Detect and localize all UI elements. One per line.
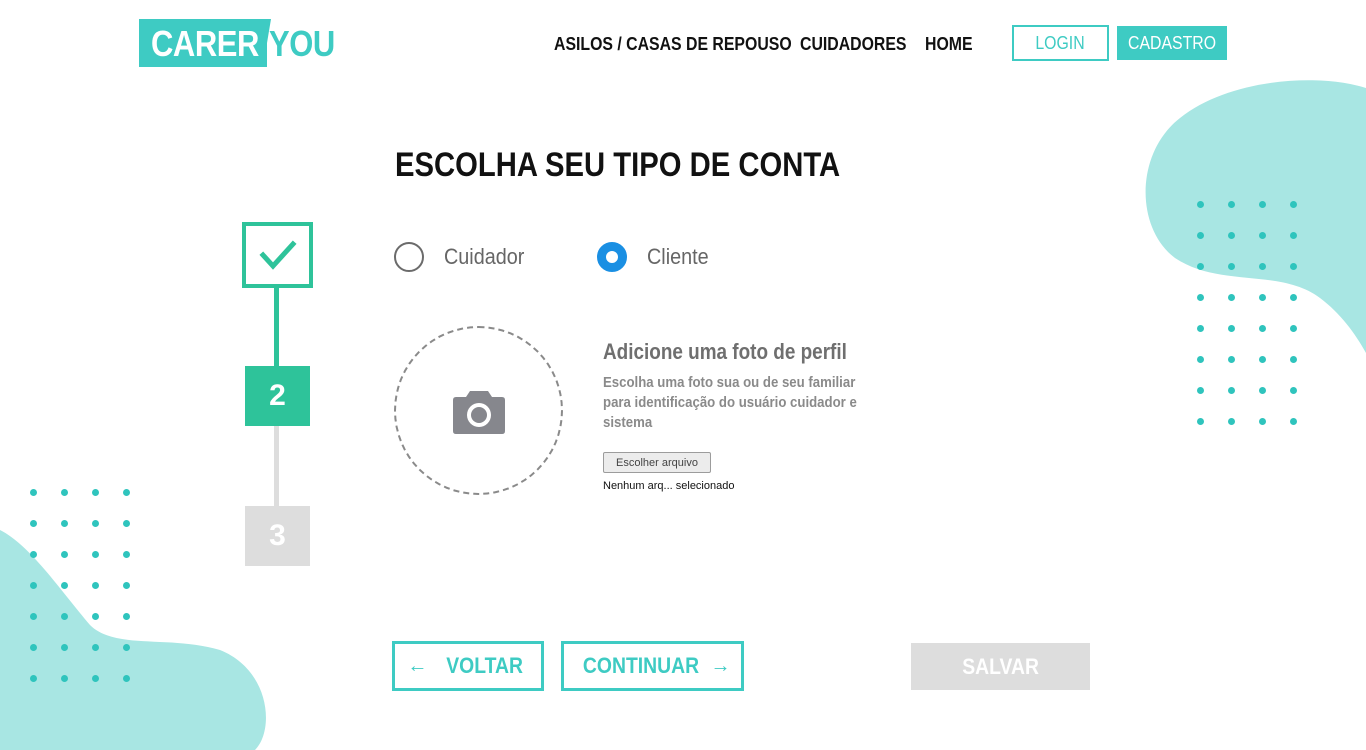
brand-logo[interactable]: CARER YOU <box>139 19 335 67</box>
login-button[interactable]: LOGIN <box>1012 25 1109 61</box>
arrow-left-icon: ← <box>407 654 428 677</box>
step-1-completed <box>242 222 313 288</box>
radio-label-cuidador[interactable]: Cuidador <box>444 244 524 270</box>
step-connector-1 <box>274 288 279 366</box>
decorative-dots-right <box>1197 201 1297 425</box>
step-connector-2 <box>274 426 279 506</box>
login-button-label: LOGIN <box>1035 32 1086 53</box>
continue-button-label: CONTINUAR <box>582 653 699 678</box>
check-icon <box>258 240 297 270</box>
logo-text-carer: CARER <box>151 23 259 64</box>
continue-button[interactable]: CONTINUAR → <box>561 641 744 691</box>
photo-description: Escolha uma foto sua ou de seu familiar … <box>603 374 857 431</box>
camera-icon <box>452 390 505 434</box>
save-button[interactable]: SALVAR <box>911 643 1090 690</box>
radio-label-cliente[interactable]: Cliente <box>647 244 709 270</box>
logo-text-you: YOU <box>269 23 335 64</box>
signup-button[interactable]: CADASTRO <box>1117 26 1227 60</box>
choose-file-button[interactable]: Escolher arquivo <box>603 452 711 473</box>
save-button-label: SALVAR <box>962 653 1039 679</box>
step-2-active: 2 <box>245 366 310 426</box>
back-button[interactable]: ← VOLTAR <box>392 641 544 691</box>
radio-cliente[interactable] <box>597 242 627 272</box>
arrow-right-icon: → <box>710 654 731 677</box>
page-title: ESCOLHA SEU TIPO DE CONTA <box>395 146 841 184</box>
signup-button-label: CADASTRO <box>1127 32 1216 53</box>
decorative-dots-left <box>30 489 130 682</box>
radio-cuidador[interactable] <box>394 242 424 272</box>
step-3-pending: 3 <box>245 506 310 566</box>
nav-link-cuidadores[interactable]: CUIDADORES <box>800 34 906 55</box>
photo-heading: Adicione uma foto de perfil <box>603 339 847 364</box>
back-button-label: VOLTAR <box>446 653 524 678</box>
file-status-text: Nenhum arq... selecionado <box>603 480 735 492</box>
profile-photo-dropzone[interactable] <box>394 326 563 495</box>
nav-link-asilos[interactable]: ASILOS / CASAS DE REPOUSO <box>554 34 792 55</box>
nav-link-home[interactable]: HOME <box>925 34 973 55</box>
